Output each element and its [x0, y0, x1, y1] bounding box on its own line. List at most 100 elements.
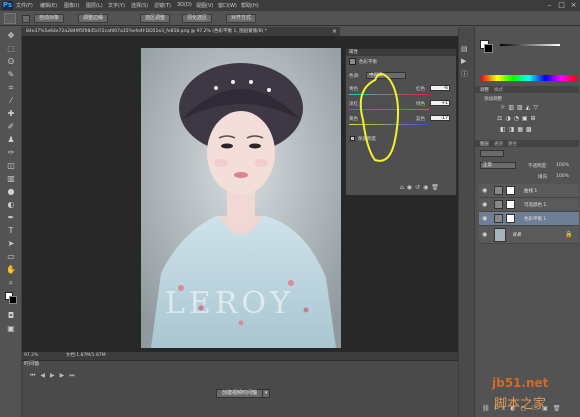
magenta-green-value[interactable]: +1 [430, 100, 450, 106]
visibility-eye-icon[interactable]: ◉ [482, 201, 487, 208]
adjustment-icons-row2[interactable]: ⚖◑◔▣⊞ [497, 115, 539, 122]
opacity-label: 不透明度: [528, 164, 548, 169]
menu-image[interactable]: 图像(I) [64, 2, 79, 9]
playback-controls-icon[interactable]: ⏮◀▶▶⏭ [30, 372, 80, 380]
visibility-eye-icon[interactable]: ◉ [482, 231, 487, 238]
maximize-icon[interactable]: □ [556, 1, 567, 10]
layer-name: 背景 [512, 233, 521, 238]
background-color-swatch[interactable] [9, 296, 17, 304]
mask-thumb[interactable] [506, 200, 515, 209]
menu-view[interactable]: 视图(V) [196, 2, 213, 9]
info-icon[interactable]: ⓘ [461, 69, 468, 79]
visibility-eye-icon[interactable]: ◉ [482, 215, 487, 222]
type-tool-icon[interactable]: T [3, 225, 19, 236]
crop-tool-icon[interactable]: ⌗ [3, 82, 19, 93]
color-spectrum[interactable] [481, 75, 577, 81]
visibility-eye-icon[interactable]: ◉ [482, 187, 487, 194]
eraser-tool-icon[interactable]: ◫ [3, 160, 19, 171]
history-brush-tool-icon[interactable]: ✑ [3, 147, 19, 158]
dropdown-arrow-icon[interactable]: ▾ [262, 389, 270, 398]
option-button-4[interactable]: 羽化选区 [182, 14, 213, 23]
adjustment-icons-row1[interactable]: ☼▥▨◭▽ [500, 104, 541, 111]
history-icon[interactable]: ▤ [461, 45, 468, 53]
opacity-value[interactable]: 100% [556, 163, 569, 168]
hand-tool-icon[interactable]: ✋ [3, 264, 19, 275]
menu-file[interactable]: 文件(F) [16, 2, 33, 9]
watermark-site: 脚本之家 [494, 397, 547, 412]
bg-color-swatch[interactable] [484, 44, 493, 53]
brush-tool-icon[interactable]: ✐ [3, 121, 19, 132]
watermark-url: jb51.net [492, 376, 549, 390]
minimize-icon[interactable]: – [544, 1, 555, 10]
healing-tool-icon[interactable]: ✚ [3, 108, 19, 119]
eyedropper-tool-icon[interactable]: ⁄ [3, 95, 19, 106]
marquee-tool-icon[interactable]: ⬚ [3, 43, 19, 54]
menu-type[interactable]: 文字(Y) [108, 2, 125, 9]
option-button-3[interactable]: 选区调整 [140, 14, 171, 23]
option-button-1[interactable]: 自动对象 [34, 14, 65, 23]
dodge-tool-icon[interactable]: ◐ [3, 199, 19, 210]
color-slider[interactable] [500, 44, 560, 46]
menu-edit[interactable]: 编辑(E) [40, 2, 57, 9]
shape-tool-icon[interactable]: ▭ [3, 251, 19, 262]
quick-select-tool-icon[interactable]: ✎ [3, 69, 19, 80]
status-bar: 97.2% 文档:1.87M/1.87M [22, 352, 470, 360]
yellow-blue-value[interactable]: -17 [430, 115, 450, 121]
cyan-red-value[interactable]: -6 [430, 85, 450, 91]
screen-mode-icon[interactable]: ▣ [3, 323, 19, 334]
photoshop-logo: Ps [2, 1, 13, 10]
tab-channels[interactable]: 通道 [494, 141, 503, 147]
adjustment-thumb-icon [494, 200, 503, 209]
properties-title: 属性 [346, 49, 456, 56]
fill-value[interactable]: 100% [556, 174, 569, 179]
document-tab[interactable]: 84e37%5e64e72a2849f5f0845d72cafd07a35%ef… [22, 27, 340, 36]
menu-select[interactable]: 选择(S) [131, 2, 148, 9]
layer-filter-select[interactable] [480, 150, 504, 157]
gradient-tool-icon[interactable]: ▥ [3, 173, 19, 184]
properties-footer-icons[interactable]: ⌂◉↺◉🗑 [400, 184, 442, 191]
layer-name: 曲线 1 [524, 189, 538, 194]
mask-thumb[interactable] [506, 214, 515, 223]
option-button-5[interactable]: 对齐方式 [226, 14, 257, 23]
path-select-tool-icon[interactable]: ➤ [3, 238, 19, 249]
quick-mask-icon[interactable]: ◘ [3, 310, 19, 321]
photo-overlay-text: LEROY [165, 286, 294, 321]
blur-tool-icon[interactable]: ● [3, 186, 19, 197]
lasso-tool-icon[interactable]: ʘ [3, 56, 19, 67]
red-label: 红色 [416, 87, 425, 92]
option-button-2[interactable]: 调整边缘 [78, 14, 109, 23]
tab-styles[interactable]: 样式 [494, 87, 503, 93]
menu-filter[interactable]: 滤镜(T) [154, 2, 171, 9]
adjustment-thumb-icon [494, 186, 503, 195]
mask-thumb[interactable] [506, 186, 515, 195]
tab-adjustments[interactable]: 调整 [480, 87, 489, 93]
tab-paths[interactable]: 路径 [508, 141, 517, 147]
menu-3d[interactable]: 3D(D) [177, 2, 192, 8]
blend-mode-select[interactable]: 正常 [480, 162, 516, 169]
background-thumb [494, 228, 506, 242]
actions-icon[interactable]: ▶ [461, 57, 466, 65]
tool-preset-icon[interactable] [4, 13, 16, 24]
zoom-level[interactable]: 97.2% [24, 353, 38, 358]
menu-layer[interactable]: 图层(L) [86, 2, 103, 9]
fill-label: 填充: [538, 175, 549, 180]
annotation-scribble [359, 73, 400, 162]
green-label: 绿色 [416, 102, 425, 107]
create-video-timeline-button[interactable]: 创建视频时间轴 [216, 389, 264, 398]
close-tab-icon[interactable]: × [332, 28, 337, 35]
lock-icon: 🔒 [565, 231, 573, 238]
timeline-title[interactable]: 时间轴 [24, 360, 39, 367]
zoom-tool-icon[interactable]: ⌕ [3, 277, 19, 288]
pen-tool-icon[interactable]: ✒ [3, 212, 19, 223]
adjustment-thumb-icon [494, 214, 503, 223]
collapsed-panels [458, 27, 474, 417]
close-icon[interactable]: × [568, 1, 579, 10]
adjustment-icons-row3[interactable]: ◧◨▦▩ [500, 126, 535, 133]
checkbox-icon[interactable] [22, 15, 30, 23]
menu-help[interactable]: 帮助(H) [241, 2, 259, 9]
tab-layers[interactable]: 图层 [480, 141, 489, 147]
stamp-tool-icon[interactable]: ♟ [3, 134, 19, 145]
move-tool-icon[interactable]: ✥ [3, 30, 19, 41]
layer-name: 可选颜色 1 [524, 203, 547, 208]
menu-window[interactable]: 窗口(W) [218, 2, 237, 9]
